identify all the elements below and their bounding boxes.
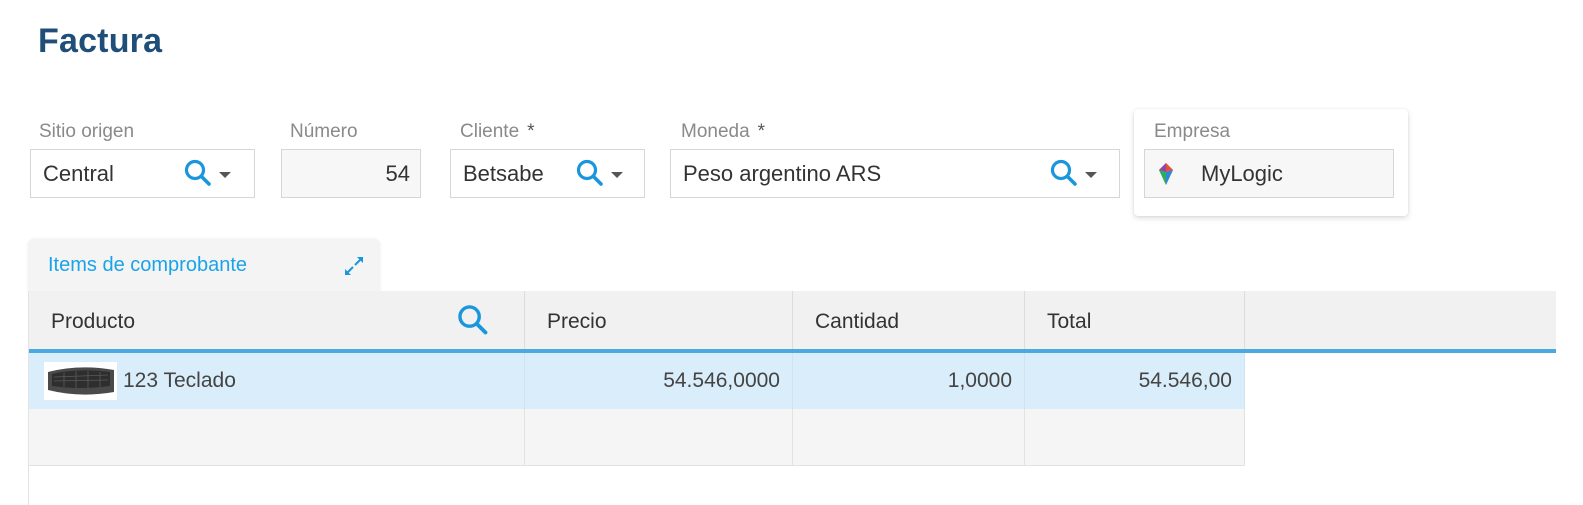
dropdown-caret-icon	[1085, 171, 1097, 178]
expand-icon[interactable]	[342, 254, 366, 283]
search-icon	[184, 159, 211, 186]
moneda-lookup-button[interactable]	[1049, 158, 1097, 188]
cell-cantidad[interactable]: 1,0000	[793, 353, 1025, 409]
search-icon	[1050, 159, 1077, 186]
sitio-origen-value: Central	[43, 161, 114, 186]
column-header-producto[interactable]: Producto	[29, 291, 525, 349]
cell-total-empty[interactable]	[1025, 409, 1245, 465]
column-header-cantidad[interactable]: Cantidad	[793, 291, 1025, 349]
cliente-label: Cliente *	[460, 121, 535, 142]
keyboard-product-image	[44, 362, 117, 400]
tab-label: Items de comprobante	[48, 254, 247, 276]
table-row-empty[interactable]	[29, 409, 1245, 466]
empresa-label: Empresa	[1154, 121, 1231, 142]
column-header-precio[interactable]: Precio	[525, 291, 793, 349]
cliente-lookup-button[interactable]	[575, 158, 623, 188]
moneda-value: Peso argentino ARS	[683, 161, 882, 186]
column-header-total[interactable]: Total	[1025, 291, 1245, 349]
cliente-field[interactable]: Betsabe	[450, 149, 645, 198]
cell-producto[interactable]: 123 Teclado	[29, 353, 525, 409]
moneda-label: Moneda *	[681, 121, 766, 142]
page-title: Factura	[38, 22, 163, 60]
table-row[interactable]: 123 Teclado 54.546,0000 1,0000 54.546,00	[29, 353, 1245, 409]
sitio-origen-label: Sitio origen	[39, 121, 135, 142]
empresa-field: MyLogic	[1144, 149, 1394, 198]
numero-field: 54	[281, 149, 421, 198]
dropdown-caret-icon	[611, 171, 623, 178]
empresa-value: MyLogic	[1201, 161, 1283, 186]
search-icon[interactable]	[456, 303, 490, 343]
sitio-origen-lookup-button[interactable]	[183, 158, 231, 188]
producto-value: 123 Teclado	[123, 369, 236, 392]
sitio-origen-field[interactable]: Central	[30, 149, 255, 198]
numero-value: 54	[385, 161, 410, 186]
tab-items-de-comprobante[interactable]: Items de comprobante	[28, 240, 380, 292]
cell-total[interactable]: 54.546,00	[1025, 353, 1245, 409]
items-grid: Producto Precio Cantidad Total 123 Tecla…	[28, 291, 1556, 505]
search-icon	[576, 159, 603, 186]
company-logo-icon	[1159, 163, 1173, 185]
cell-cantidad-empty[interactable]	[793, 409, 1025, 465]
grid-header: Producto Precio Cantidad Total	[29, 291, 1556, 353]
cell-precio-empty[interactable]	[525, 409, 793, 465]
moneda-field[interactable]: Peso argentino ARS	[670, 149, 1120, 198]
empresa-card: Empresa MyLogic	[1134, 109, 1408, 216]
cell-precio[interactable]: 54.546,0000	[525, 353, 793, 409]
dropdown-caret-icon	[219, 171, 231, 178]
cliente-value: Betsabe	[463, 161, 544, 186]
numero-label: Número	[290, 121, 358, 142]
cell-producto-empty[interactable]	[29, 409, 525, 465]
